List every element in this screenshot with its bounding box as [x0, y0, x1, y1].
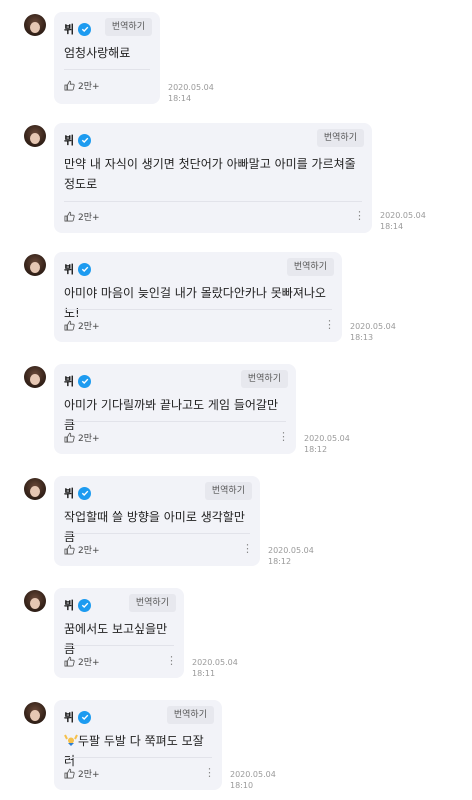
divider — [64, 421, 286, 422]
like-count: 2만+ — [78, 546, 100, 556]
avatar[interactable] — [24, 125, 46, 147]
timestamp-time: 18:11 — [192, 669, 216, 678]
author-name: 뷔 — [64, 263, 75, 276]
thumbs-up-icon — [64, 211, 75, 222]
avatar[interactable] — [24, 366, 46, 388]
timestamp-date: 2020.05.04 — [350, 322, 396, 331]
verified-icon — [78, 262, 92, 276]
like-count: 2만+ — [78, 82, 100, 92]
translate-button[interactable]: 번역하기 — [104, 18, 152, 36]
message-bubble: 뷔 번역하기 만약 내 자식이 생기면 첫단어가 아빠말고 아미를 가르쳐줄 정… — [54, 123, 372, 233]
timestamp: 2020.05.04 18:11 — [192, 657, 238, 679]
message-bubble: 뷔 번역하기 작업할때 쓸 방향을 아미로 생각할만큼 2만+ ⋮ — [54, 476, 260, 566]
divider — [64, 533, 250, 534]
divider — [64, 69, 150, 70]
translate-button[interactable]: 번역하기 — [204, 482, 252, 500]
thumbs-up-icon — [64, 768, 75, 779]
message-text: 작업할때 쓸 방향을 아미로 생각할만큼 — [64, 510, 245, 544]
like-count: 2만+ — [78, 658, 100, 668]
avatar[interactable] — [24, 254, 46, 276]
timestamp-date: 2020.05.04 — [380, 211, 426, 220]
more-options-icon[interactable]: ⋮ — [324, 319, 335, 330]
message-text: 만약 내 자식이 생기면 첫단어가 아빠말고 아미를 가르쳐줄 정도로 — [64, 157, 356, 191]
like-count: 2만+ — [78, 770, 100, 780]
like-button[interactable]: 2만+ — [64, 79, 100, 92]
verified-icon — [78, 133, 92, 147]
timestamp: 2020.05.04 18:12 — [268, 545, 314, 567]
avatar[interactable] — [24, 14, 46, 36]
message-bubble: 뷔 번역하기 아미야 마음이 늦인걸 내가 몰랐다안카나 못빠져나오노! 2만+… — [54, 252, 342, 342]
author-name: 뷔 — [64, 711, 75, 724]
timestamp: 2020.05.04 18:12 — [304, 433, 350, 455]
thumbs-up-icon — [64, 656, 75, 667]
author-name: 뷔 — [64, 23, 75, 36]
translate-button[interactable]: 번역하기 — [316, 129, 364, 147]
more-options-icon[interactable]: ⋮ — [278, 431, 289, 442]
timestamp-time: 18:12 — [304, 445, 328, 454]
like-button[interactable]: 2만+ — [64, 319, 100, 332]
like-button[interactable]: 2만+ — [64, 655, 100, 668]
verified-icon — [78, 22, 92, 36]
translate-button[interactable]: 번역하기 — [166, 706, 214, 724]
timestamp-time: 18:13 — [350, 333, 374, 342]
message-text: 두팔 두발 다 쭉펴도 모잘러 — [64, 731, 208, 771]
author-name: 뷔 — [64, 487, 75, 500]
like-count: 2만+ — [78, 213, 100, 223]
message-text-content: 두팔 두발 다 쭉펴도 모잘러 — [64, 734, 204, 768]
divider — [64, 201, 362, 202]
message-text: 아미가 기다릴까봐 끝나고도 게임 들어갈만큼 — [64, 398, 278, 432]
timestamp-time: 18:14 — [168, 94, 192, 103]
avatar[interactable] — [24, 702, 46, 724]
verified-icon — [78, 598, 92, 612]
like-button[interactable]: 2만+ — [64, 210, 100, 223]
thumbs-up-icon — [64, 544, 75, 555]
more-options-icon[interactable]: ⋮ — [354, 210, 365, 221]
avatar[interactable] — [24, 590, 46, 612]
message-bubble: 뷔 번역하기 꿈에서도 보고싶을만큼 2만+ ⋮ — [54, 588, 184, 678]
timestamp-date: 2020.05.04 — [168, 83, 214, 92]
divider — [64, 309, 332, 310]
avatar[interactable] — [24, 478, 46, 500]
timestamp-time: 18:14 — [380, 222, 404, 231]
thumbs-up-icon — [64, 80, 75, 91]
like-count: 2만+ — [78, 434, 100, 444]
timestamp: 2020.05.04 18:10 — [230, 769, 276, 791]
thumbs-up-icon — [64, 432, 75, 443]
timestamp-date: 2020.05.04 — [304, 434, 350, 443]
translate-button[interactable]: 번역하기 — [240, 370, 288, 388]
author-name: 뷔 — [64, 134, 75, 147]
message-text: 아미야 마음이 늦인걸 내가 몰랐다안카나 못빠져나오노! — [64, 286, 326, 320]
verified-icon — [78, 486, 92, 500]
raising-hands-emoji — [64, 733, 78, 747]
like-button[interactable]: 2만+ — [64, 767, 100, 780]
message-bubble: 뷔 번역하기 두팔 두발 다 쭉펴도 모잘러 2만+ ⋮ — [54, 700, 222, 790]
more-options-icon[interactable]: ⋮ — [204, 767, 215, 778]
timestamp: 2020.05.04 18:14 — [168, 82, 214, 104]
author-name: 뷔 — [64, 375, 75, 388]
more-options-icon[interactable]: ⋮ — [242, 543, 253, 554]
author-name: 뷔 — [64, 599, 75, 612]
message-bubble: 뷔 번역하기 엄청사랑해료 2만+ — [54, 12, 160, 104]
timestamp: 2020.05.04 18:14 — [380, 210, 426, 232]
like-button[interactable]: 2만+ — [64, 431, 100, 444]
translate-button[interactable]: 번역하기 — [286, 258, 334, 276]
verified-icon — [78, 374, 92, 388]
verified-icon — [78, 710, 92, 724]
message-text: 엄청사랑해료 — [64, 46, 131, 60]
timestamp-date: 2020.05.04 — [230, 770, 276, 779]
like-button[interactable]: 2만+ — [64, 543, 100, 556]
thumbs-up-icon — [64, 320, 75, 331]
like-count: 2만+ — [78, 322, 100, 332]
timestamp-date: 2020.05.04 — [192, 658, 238, 667]
timestamp-time: 18:12 — [268, 557, 292, 566]
divider — [64, 757, 212, 758]
timestamp: 2020.05.04 18:13 — [350, 321, 396, 343]
timestamp-time: 18:10 — [230, 781, 254, 790]
more-options-icon[interactable]: ⋮ — [166, 655, 177, 666]
divider — [64, 645, 174, 646]
message-text: 꿈에서도 보고싶을만큼 — [64, 622, 168, 656]
timestamp-date: 2020.05.04 — [268, 546, 314, 555]
message-bubble: 뷔 번역하기 아미가 기다릴까봐 끝나고도 게임 들어갈만큼 2만+ ⋮ — [54, 364, 296, 454]
translate-button[interactable]: 번역하기 — [128, 594, 176, 612]
